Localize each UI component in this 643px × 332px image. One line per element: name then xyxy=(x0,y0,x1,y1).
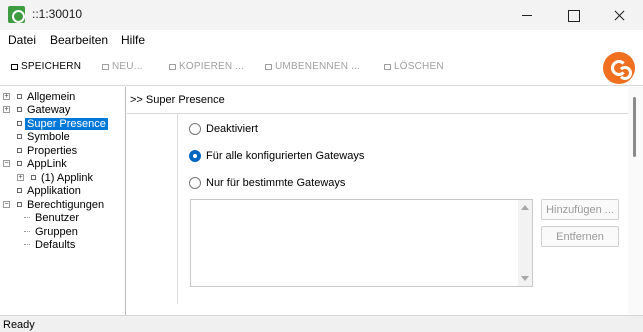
item-icon xyxy=(17,134,22,139)
tree-label: Benutzer xyxy=(35,211,80,224)
status-bar: Ready xyxy=(0,315,643,332)
scroll-down-icon[interactable] xyxy=(521,276,529,281)
tree-item-applink[interactable]: − AppLink xyxy=(3,157,69,170)
option-label: Nur für bestimmte Gateways xyxy=(206,177,346,189)
tree-connector xyxy=(24,231,30,232)
menu-datei[interactable]: Datei xyxy=(8,33,36,47)
radio-button[interactable] xyxy=(189,123,201,135)
scroll-up-icon[interactable] xyxy=(521,205,529,210)
delete-button[interactable]: LÖSCHEN xyxy=(384,61,444,72)
tree-label: Super Presence xyxy=(25,117,108,130)
menu-hilfe[interactable]: Hilfe xyxy=(121,33,145,47)
content-header: >> Super Presence xyxy=(127,87,628,114)
folder-icon xyxy=(17,161,22,166)
tree-item-super-presence[interactable]: Super Presence xyxy=(3,117,108,130)
tree-item-applink-1[interactable]: + (1) Applink xyxy=(17,171,95,184)
brand-logo xyxy=(603,52,635,84)
tree-label: Gateway xyxy=(27,103,71,116)
option-deaktiviert[interactable]: Deaktiviert xyxy=(189,123,258,135)
menu-bar: Datei Bearbeiten Hilfe xyxy=(0,30,643,50)
new-label: NEU... xyxy=(112,61,143,72)
option-label: Deaktiviert xyxy=(206,123,258,135)
add-gateway-button[interactable]: Hinzufügen ... xyxy=(541,199,619,220)
settings-panel: Deaktiviert Für alle konfigurierten Gate… xyxy=(177,114,628,304)
tree-label: Berechtigungen xyxy=(27,198,105,211)
collapse-icon[interactable]: − xyxy=(3,160,10,167)
new-button[interactable]: NEU... xyxy=(102,61,143,72)
copy-button[interactable]: KOPIEREN ... xyxy=(169,61,244,72)
tree-label: AppLink xyxy=(27,157,67,170)
remove-gateway-button[interactable]: Entfernen xyxy=(541,226,619,247)
toolbar: SPEICHERN NEU... KOPIEREN ... UMBENENNEN… xyxy=(0,50,643,86)
item-icon xyxy=(31,175,36,180)
delete-icon xyxy=(384,63,391,70)
tree-item-properties[interactable]: Properties xyxy=(3,144,79,157)
collapse-icon[interactable]: − xyxy=(3,201,10,208)
menu-bearbeiten[interactable]: Bearbeiten xyxy=(50,33,108,47)
tree-label: Defaults xyxy=(35,238,76,251)
tree-item-berechtigungen[interactable]: − Berechtigungen xyxy=(3,198,106,211)
item-icon xyxy=(17,121,22,126)
option-label: Für alle konfigurierten Gateways xyxy=(206,150,365,162)
new-icon xyxy=(102,63,109,70)
rename-label: UMBENENNEN ... xyxy=(275,61,361,72)
item-icon xyxy=(17,148,22,153)
rename-button[interactable]: UMBENENNEN ... xyxy=(265,61,360,72)
maximize-button[interactable] xyxy=(550,0,596,30)
expand-icon[interactable]: + xyxy=(3,106,10,113)
option-bestimmte-gateways[interactable]: Nur für bestimmte Gateways xyxy=(189,177,345,189)
scrollbar-thumb[interactable] xyxy=(633,97,636,157)
save-label: SPEICHERN xyxy=(21,61,82,72)
folder-icon xyxy=(17,202,22,207)
status-text: Ready xyxy=(3,319,35,331)
expand-icon[interactable]: + xyxy=(17,174,24,181)
gateway-list[interactable] xyxy=(190,199,533,287)
tree-item-allgemein[interactable]: + Allgemein xyxy=(3,90,77,103)
minimize-button[interactable] xyxy=(504,0,550,30)
delete-label: LÖSCHEN xyxy=(394,61,444,72)
radio-button[interactable] xyxy=(189,177,201,189)
tree-item-benutzer[interactable]: Benutzer xyxy=(24,211,81,224)
tree-label: Allgemein xyxy=(27,90,76,103)
app-icon xyxy=(8,6,25,23)
tree-label: Properties xyxy=(27,144,78,157)
tree-label: Gruppen xyxy=(35,225,78,238)
content-scrollbar[interactable] xyxy=(628,87,643,315)
tree-item-gateway[interactable]: + Gateway xyxy=(3,103,72,116)
window-title: ::1:30010 xyxy=(32,7,83,21)
folder-icon xyxy=(17,94,22,99)
copy-label: KOPIEREN ... xyxy=(179,61,245,72)
tree-label: Symbole xyxy=(27,130,70,143)
tree-label: (1) Applink xyxy=(41,171,93,184)
tree-label: Applikation xyxy=(27,184,81,197)
copy-icon xyxy=(169,63,176,70)
expand-icon[interactable]: + xyxy=(3,93,10,100)
tree-item-applikation[interactable]: Applikation xyxy=(3,184,83,197)
content-pane: >> Super Presence Deaktiviert Für alle k… xyxy=(127,87,628,315)
item-icon xyxy=(17,188,22,193)
rename-icon xyxy=(265,63,272,70)
folder-icon xyxy=(17,107,22,112)
tree-item-defaults[interactable]: Defaults xyxy=(24,238,77,251)
close-button[interactable] xyxy=(596,0,642,30)
title-bar: ::1:30010 xyxy=(0,0,643,30)
save-icon xyxy=(11,63,18,70)
tree-connector xyxy=(24,217,30,218)
page-title: >> Super Presence xyxy=(130,94,225,106)
radio-button[interactable] xyxy=(189,150,201,162)
list-scrollbar[interactable] xyxy=(518,200,532,286)
option-alle-gateways[interactable]: Für alle konfigurierten Gateways xyxy=(189,150,364,162)
save-button[interactable]: SPEICHERN xyxy=(11,61,81,72)
tree-connector xyxy=(24,244,30,245)
navigation-tree: + Allgemein + Gateway Super Presence Sym… xyxy=(0,87,126,315)
tree-item-gruppen[interactable]: Gruppen xyxy=(24,225,80,238)
tree-item-symbole[interactable]: Symbole xyxy=(3,130,72,143)
